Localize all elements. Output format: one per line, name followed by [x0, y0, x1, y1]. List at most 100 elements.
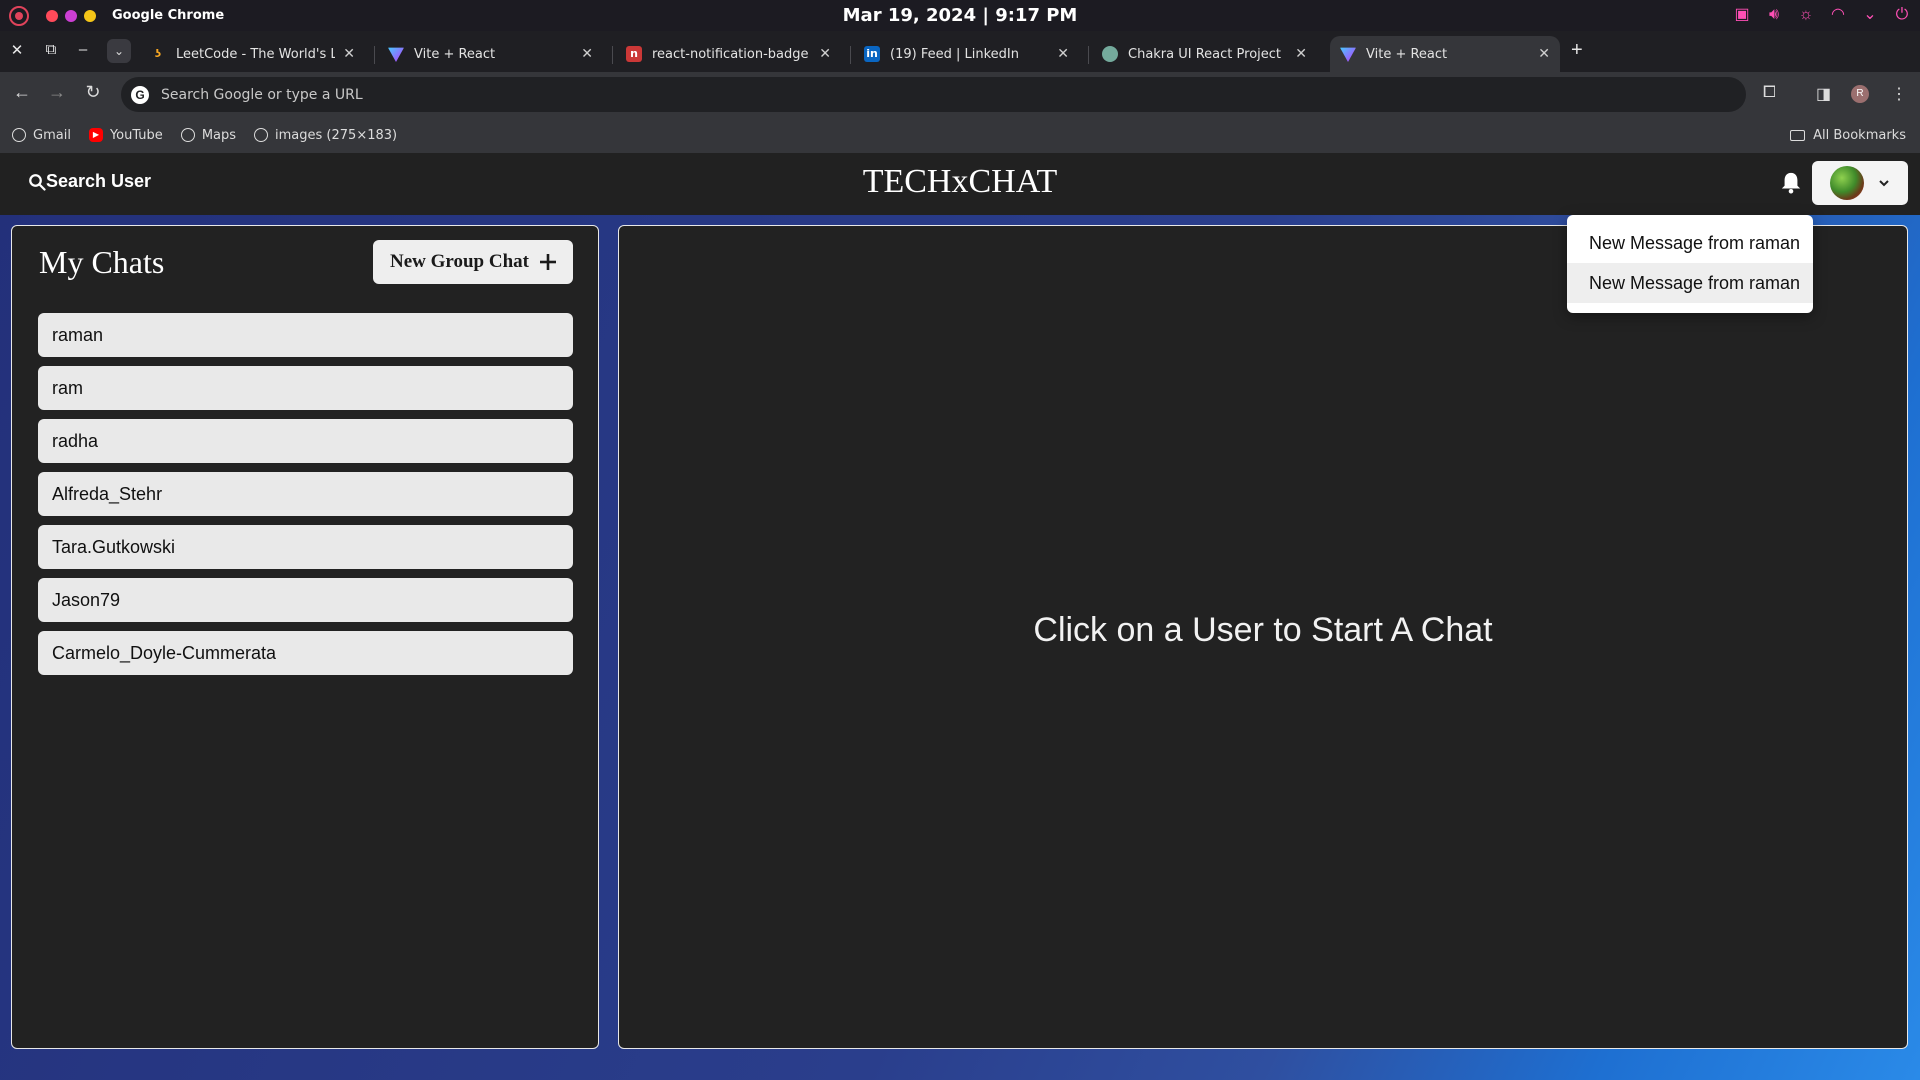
os-top-bar: Google Chrome Mar 19, 2024 | 9:17 PM ▣ 🔊… [0, 0, 1920, 31]
chat-window-panel: Click on a User to Start A Chat [618, 225, 1908, 1049]
close-tab-icon[interactable]: ✕ [1295, 46, 1307, 62]
bookmark-label: Maps [201, 127, 237, 143]
chat-item-radha[interactable]: radha [38, 419, 573, 463]
tab-label: Chakra UI React Project [1128, 46, 1282, 62]
chat-item-carmelo-doyle-cummerata[interactable]: Carmelo_Doyle-Cummerata [38, 631, 573, 675]
vite-icon [388, 47, 404, 62]
app-brand-title: TECHxCHAT [862, 163, 1058, 200]
red-dot-icon[interactable] [46, 9, 58, 22]
new-tab-icon[interactable]: + [1571, 39, 1583, 62]
new-group-chat-button[interactable]: New Group Chat [373, 240, 573, 284]
vite-icon [1340, 47, 1356, 62]
tab-linkedin[interactable]: in (19) Feed | LinkedIn ✕ [854, 36, 1079, 72]
avatar [1830, 166, 1864, 200]
chat-list: raman ram radha Alfreda_Stehr Tara.Gutko… [38, 313, 573, 684]
bell-icon[interactable] [1780, 171, 1802, 195]
globe-icon [12, 128, 26, 142]
side-panel-icon[interactable]: ◨ [1816, 84, 1831, 104]
window-dots [46, 9, 96, 22]
new-group-chat-label: New Group Chat [390, 251, 529, 272]
youtube-icon: ▶ [88, 128, 103, 142]
close-tab-icon[interactable]: ✕ [819, 46, 831, 62]
leetcode-icon: ʖ [154, 47, 162, 60]
tab-label: Vite + React [414, 46, 496, 62]
os-clock: Mar 19, 2024 | 9:17 PM [842, 5, 1078, 26]
notification-item[interactable]: New Message from raman [1567, 263, 1813, 303]
bookmark-youtube[interactable]: ▶ YouTube [88, 127, 163, 143]
tab-search-button[interactable]: ⌄ [107, 39, 131, 63]
profile-menu-button[interactable] [1812, 161, 1908, 205]
tab-label: (19) Feed | LinkedIn [890, 46, 1019, 62]
tab-label: LeetCode - The World's Leac [176, 46, 336, 62]
back-icon[interactable]: ← [10, 82, 34, 103]
globe-icon [180, 128, 195, 142]
empty-chat-message: Click on a User to Start A Chat [1033, 611, 1493, 649]
bookmark-label: images (275×183) [275, 127, 398, 143]
all-bookmarks-button[interactable]: All Bookmarks [1790, 128, 1906, 143]
restore-window-icon[interactable]: ⧉ [41, 41, 61, 58]
my-chats-panel: My Chats New Group Chat raman ram radha … [11, 225, 599, 1049]
my-chats-title: My Chats [39, 244, 165, 280]
search-user-button[interactable]: Search User [28, 171, 151, 192]
bookmark-images[interactable]: images (275×183) [254, 128, 397, 143]
plus-icon [540, 254, 556, 270]
tab-label: react-notification-badge - n [652, 46, 811, 62]
notification-dropdown: New Message from raman New Message from … [1567, 215, 1813, 313]
address-placeholder: Search Google or type a URL [161, 86, 363, 103]
bookmark-label: Gmail [33, 127, 71, 143]
google-icon: G [131, 85, 149, 104]
kebab-menu-icon[interactable]: ⋮ [1891, 84, 1907, 104]
reload-icon[interactable]: ↻ [81, 82, 105, 103]
tab-leetcode[interactable]: ʖ LeetCode - The World's Leac ✕ [140, 36, 365, 72]
power-icon[interactable]: ⏻ [1892, 5, 1912, 25]
app-header: Search User TECHxCHAT [0, 153, 1920, 215]
npm-icon: n [626, 46, 642, 62]
tab-chakra-ui[interactable]: Chakra UI React Project ✕ [1092, 36, 1317, 72]
close-window-icon[interactable]: ✕ [7, 41, 27, 59]
close-tab-icon[interactable]: ✕ [343, 46, 355, 62]
globe-icon [254, 128, 269, 142]
browser-toolbar: ← → ↻ G Search Google or type a URL ⧠ ◨ … [0, 72, 1920, 117]
tab-vite-react[interactable]: Vite + React ✕ [378, 36, 603, 72]
folder-icon [1790, 129, 1806, 141]
address-bar[interactable]: G Search Google or type a URL [121, 77, 1746, 112]
calendar-icon[interactable]: ▣ [1732, 5, 1752, 25]
notification-item[interactable]: New Message from raman [1567, 223, 1813, 263]
system-tray: ▣ 🔊︎ ☼ ◠ ⌄ ⏻ [1732, 5, 1912, 25]
extensions-icon[interactable]: ⧠ [1763, 84, 1776, 102]
volume-icon[interactable]: 🔊︎ [1764, 5, 1784, 25]
linkedin-icon: in [864, 46, 880, 62]
tab-react-notification-badge[interactable]: n react-notification-badge - n ✕ [616, 36, 841, 72]
wifi-icon[interactable]: ◠ [1828, 5, 1848, 25]
chevron-down-icon[interactable]: ⌄ [1860, 5, 1880, 25]
close-tab-icon[interactable]: ✕ [1538, 46, 1550, 62]
search-icon [29, 173, 46, 191]
chat-item-jason79[interactable]: Jason79 [38, 578, 573, 622]
yellow-dot-icon[interactable] [84, 9, 96, 22]
profile-avatar[interactable]: R [1851, 85, 1869, 103]
chat-app: Search User TECHxCHAT My Chats New Group… [0, 153, 1920, 1080]
all-bookmarks-label: All Bookmarks [1813, 127, 1906, 143]
bookmarks-bar: Gmail ▶ YouTube Maps images (275×183) Al… [0, 117, 1920, 153]
chat-item-ram[interactable]: ram [38, 366, 573, 410]
close-tab-icon[interactable]: ✕ [1057, 46, 1069, 62]
bookmark-maps[interactable]: Maps [180, 127, 237, 143]
tab-vite-react-active[interactable]: Vite + React ✕ [1330, 36, 1560, 72]
chat-item-raman[interactable]: raman [38, 313, 573, 357]
chevron-down-icon [1879, 180, 1889, 187]
chat-item-tara-gutkowski[interactable]: Tara.Gutkowski [38, 525, 573, 569]
bookmark-gmail[interactable]: Gmail [12, 128, 71, 143]
brightness-icon[interactable]: ☼ [1796, 5, 1816, 25]
chat-item-alfreda-stehr[interactable]: Alfreda_Stehr [38, 472, 573, 516]
tab-label: Vite + React [1366, 46, 1448, 62]
close-tab-icon[interactable]: ✕ [581, 46, 593, 62]
tab-strip: ✕ ⧉ – ⌄ ʖ LeetCode - The World's Leac ✕ … [0, 31, 1920, 72]
minimize-window-icon[interactable]: – [73, 41, 93, 58]
chatgpt-icon [1102, 46, 1118, 62]
bookmark-label: YouTube [109, 127, 163, 143]
forward-icon[interactable]: → [45, 82, 69, 103]
os-app-name: Google Chrome [112, 8, 225, 23]
purple-dot-icon[interactable] [65, 9, 77, 22]
os-logo-icon[interactable] [9, 5, 29, 26]
search-user-label: Search User [46, 171, 152, 191]
